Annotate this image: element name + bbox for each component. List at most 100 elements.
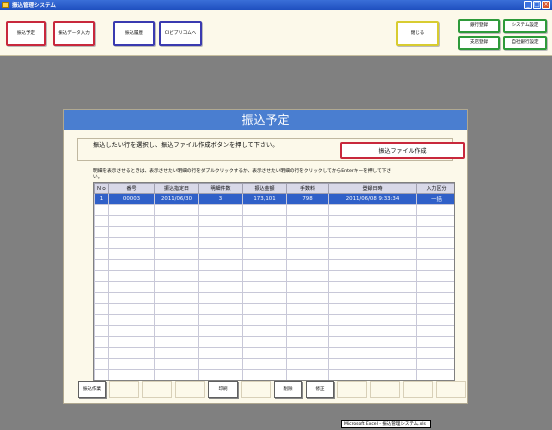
table-cell: 1 xyxy=(94,193,109,205)
bank-register-button[interactable]: 銀行登録 xyxy=(458,19,500,33)
close-button[interactable]: 閉じる xyxy=(396,21,439,46)
empty-table-cell xyxy=(198,281,243,293)
empty-table-row[interactable] xyxy=(94,325,454,337)
empty-table-cell xyxy=(286,215,329,227)
empty-table-cell xyxy=(416,314,454,326)
export-button[interactable]: CIビプリコムへ xyxy=(159,21,202,46)
schedule-grid[interactable]: Ｎｏ 番号 振込指定日 明細件数 振込金額 手数料 登録日時 入力区分 1 00… xyxy=(93,182,455,381)
table-cell: 173,101 xyxy=(242,193,287,205)
empty-table-cell xyxy=(286,281,329,293)
empty-table-cell xyxy=(328,369,417,380)
empty-table-row[interactable] xyxy=(94,237,454,249)
empty-table-cell xyxy=(242,303,287,315)
empty-table-cell xyxy=(198,325,243,337)
column-header[interactable]: 手数料 xyxy=(286,183,329,194)
empty-table-cell xyxy=(328,248,417,260)
history-button[interactable]: 振込履歴 xyxy=(113,21,155,46)
empty-table-cell xyxy=(416,358,454,370)
empty-table-cell xyxy=(198,358,243,370)
empty-table-cell xyxy=(94,292,109,304)
empty-table-cell xyxy=(94,281,109,293)
empty-table-row[interactable] xyxy=(94,226,454,238)
empty-table-cell xyxy=(416,215,454,227)
empty-table-cell xyxy=(286,204,329,216)
branch-register-button[interactable]: 支店登録 xyxy=(458,36,500,50)
empty-table-cell xyxy=(328,204,417,216)
empty-table-cell xyxy=(154,215,199,227)
empty-table-row[interactable] xyxy=(94,303,454,315)
empty-table-cell xyxy=(286,259,329,271)
empty-table-cell xyxy=(154,303,199,315)
empty-table-row[interactable] xyxy=(94,358,454,370)
empty-table-cell xyxy=(198,215,243,227)
empty-table-row[interactable] xyxy=(94,215,454,227)
empty-table-cell xyxy=(416,270,454,282)
table-cell: 3 xyxy=(198,193,243,205)
instruction-text: 振込したい行を選択し、振込ファイル作成ボタンを押して下さい。 xyxy=(93,142,279,149)
empty-table-cell xyxy=(242,358,287,370)
schedule-button[interactable]: 振込予定 xyxy=(6,21,46,46)
print-button[interactable]: 印刷 xyxy=(208,381,238,398)
empty-table-cell xyxy=(242,215,287,227)
empty-table-cell xyxy=(108,314,155,326)
empty-table-cell xyxy=(154,270,199,282)
empty-table-cell xyxy=(108,292,155,304)
empty-table-cell xyxy=(108,325,155,337)
empty-table-cell xyxy=(328,259,417,271)
minimize-button[interactable]: _ xyxy=(524,1,532,9)
column-header[interactable]: Ｎｏ xyxy=(94,183,109,194)
column-header[interactable]: 明細件数 xyxy=(198,183,243,194)
window-title: 振込管理システム xyxy=(12,3,56,9)
empty-table-row[interactable] xyxy=(94,270,454,282)
empty-table-cell xyxy=(286,369,329,380)
column-header[interactable]: 登録日時 xyxy=(328,183,417,194)
empty-table-cell xyxy=(108,336,155,348)
own-bank-settings-button[interactable]: 自社銀行設定 xyxy=(503,36,547,50)
empty-table-cell xyxy=(416,281,454,293)
empty-table-row[interactable] xyxy=(94,292,454,304)
column-header[interactable]: 番号 xyxy=(108,183,155,194)
empty-table-row[interactable] xyxy=(94,314,454,326)
empty-table-cell xyxy=(108,215,155,227)
empty-table-cell xyxy=(286,303,329,315)
table-row[interactable]: 1 00003 2011/06/30 3 173,101 798 2011/06… xyxy=(94,193,454,205)
empty-table-cell xyxy=(242,369,287,380)
system-settings-button[interactable]: システム設定 xyxy=(503,19,547,33)
empty-table-cell xyxy=(242,237,287,249)
column-header[interactable]: 振込指定日 xyxy=(154,183,199,194)
empty-table-row[interactable] xyxy=(94,281,454,293)
schedule-panel: 振込予定 振込したい行を選択し、振込ファイル作成ボタンを押して下さい。 振込ファ… xyxy=(63,109,468,404)
column-header[interactable]: 振込金額 xyxy=(242,183,287,194)
empty-table-row[interactable] xyxy=(94,259,454,271)
edit-button[interactable]: 修正 xyxy=(306,381,334,398)
data-entry-button[interactable]: 振込データ入力 xyxy=(53,21,95,46)
empty-table-cell xyxy=(94,303,109,315)
delete-button[interactable]: 削除 xyxy=(274,381,302,398)
empty-table-cell xyxy=(198,270,243,282)
empty-table-cell xyxy=(94,215,109,227)
close-window-button[interactable]: × xyxy=(542,1,550,9)
empty-table-row[interactable] xyxy=(94,347,454,359)
table-cell: 2011/06/08 9:33:34 xyxy=(328,193,417,205)
empty-table-cell xyxy=(198,303,243,315)
empty-table-row[interactable] xyxy=(94,248,454,260)
empty-table-cell xyxy=(198,259,243,271)
transfer-work-button[interactable]: 振込作業 xyxy=(78,381,106,398)
empty-table-cell xyxy=(154,358,199,370)
empty-table-cell xyxy=(286,270,329,282)
empty-table-cell xyxy=(286,325,329,337)
empty-table-cell xyxy=(94,336,109,348)
empty-table-cell xyxy=(198,226,243,238)
empty-table-row[interactable] xyxy=(94,204,454,216)
empty-table-cell xyxy=(94,314,109,326)
column-header[interactable]: 入力区分 xyxy=(416,183,454,194)
empty-table-cell xyxy=(108,358,155,370)
empty-table-row[interactable] xyxy=(94,336,454,348)
panel-title: 振込予定 xyxy=(64,110,467,130)
create-file-button[interactable]: 振込ファイル作成 xyxy=(340,142,465,159)
empty-table-cell xyxy=(416,325,454,337)
empty-table-cell xyxy=(108,270,155,282)
empty-table-cell xyxy=(416,292,454,304)
maximize-button[interactable]: □ xyxy=(533,1,541,9)
empty-table-row[interactable] xyxy=(94,369,454,380)
